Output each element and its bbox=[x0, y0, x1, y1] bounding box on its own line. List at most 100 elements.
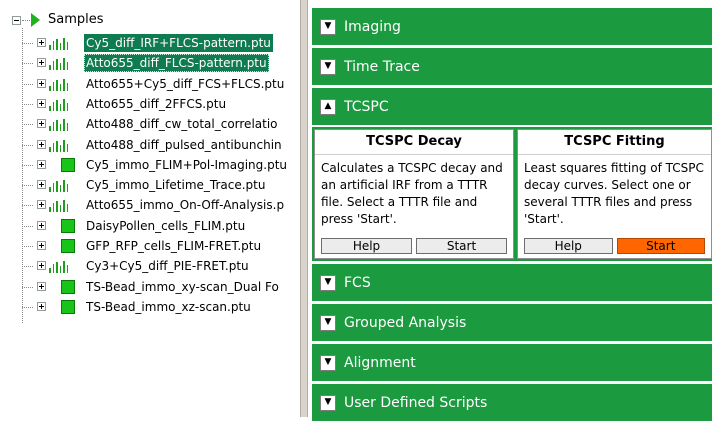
tree-connector bbox=[22, 246, 33, 247]
tree-item-label: Cy5_immo_Lifetime_Trace.ptu bbox=[86, 178, 266, 193]
collapse-icon[interactable] bbox=[12, 15, 21, 25]
start-button[interactable]: Start bbox=[616, 238, 705, 254]
expand-toggle-button[interactable]: ▼ bbox=[320, 18, 336, 35]
tree-item-label: Atto655+Cy5_diff_FCS+FLCS.ptu bbox=[86, 76, 285, 91]
expand-icon[interactable] bbox=[37, 261, 46, 271]
tree-item-label: GFP_RFP_cells_FLIM-FRET.ptu bbox=[86, 239, 262, 253]
chevron-down-icon: ▼ bbox=[324, 357, 332, 367]
section-time-trace[interactable]: ▼ Time Trace bbox=[312, 48, 712, 85]
expand-icon[interactable] bbox=[37, 220, 46, 230]
expand-icon[interactable] bbox=[37, 78, 46, 88]
section-fcs[interactable]: ▼ FCS bbox=[312, 264, 712, 301]
collapse-toggle-button[interactable]: ▲ bbox=[320, 98, 336, 115]
analysis-panel: ▼ Imaging ▼ Time Trace ▲ TCSPC TCSPC Dec… bbox=[308, 0, 712, 421]
tcspc-cards: TCSPC Decay Calculates a TCSPC decay and… bbox=[312, 127, 712, 261]
tree-item-label: Atto655_diff_FLCS-pattern.ptu bbox=[84, 54, 269, 73]
tree-connector bbox=[22, 266, 33, 268]
card-description: Calculates a TCSPC decay and an artifici… bbox=[321, 161, 503, 226]
expand-icon[interactable] bbox=[37, 38, 46, 47]
expand-icon[interactable] bbox=[37, 139, 46, 149]
tree-connector bbox=[22, 63, 33, 65]
expand-toggle-button[interactable]: ▼ bbox=[320, 58, 336, 75]
tree-connector bbox=[22, 103, 33, 105]
expand-icon[interactable] bbox=[37, 119, 46, 129]
sample-tree[interactable]: Samples Cy5_diff_IRF+FLCS-pattern.ptu Att… bbox=[0, 0, 300, 417]
expand-icon[interactable] bbox=[37, 98, 46, 108]
expand-icon[interactable] bbox=[37, 180, 46, 190]
help-button[interactable]: Help bbox=[524, 238, 613, 254]
expand-toggle-button[interactable]: ▼ bbox=[320, 274, 336, 291]
expand-icon[interactable] bbox=[37, 281, 46, 291]
section-imaging[interactable]: ▼ Imaging bbox=[312, 8, 712, 45]
histogram-icon bbox=[49, 76, 78, 92]
histogram-icon bbox=[49, 197, 78, 213]
tree-connector bbox=[22, 19, 30, 21]
chevron-down-icon: ▼ bbox=[324, 277, 332, 287]
image-square-icon bbox=[49, 238, 78, 254]
histogram-icon bbox=[49, 55, 78, 71]
section-tcspc[interactable]: ▲ TCSPC bbox=[312, 88, 712, 125]
tree-connector bbox=[22, 164, 33, 166]
card-title: TCSPC Fitting bbox=[518, 130, 711, 155]
histogram-icon bbox=[49, 177, 78, 193]
tree-item-label: Cy3+Cy5_diff_PIE-FRET.ptu bbox=[86, 259, 249, 274]
histogram-icon bbox=[49, 137, 78, 153]
expand-icon[interactable] bbox=[37, 159, 46, 169]
expand-toggle-button[interactable]: ▼ bbox=[320, 314, 336, 331]
tree-item-label: Atto655_immo_On-Off-Analysis.p bbox=[86, 198, 285, 213]
tree-connector bbox=[22, 306, 33, 308]
expand-icon[interactable] bbox=[37, 58, 46, 68]
image-square-icon bbox=[49, 279, 78, 295]
section-title: Alignment bbox=[344, 354, 416, 371]
tree-connector bbox=[22, 205, 33, 207]
tree-connector bbox=[22, 144, 33, 146]
chevron-down-icon: ▼ bbox=[324, 61, 332, 71]
tree-guide-line bbox=[22, 28, 23, 323]
section-grouped-analysis[interactable]: ▼ Grouped Analysis bbox=[312, 304, 712, 341]
histogram-icon bbox=[49, 258, 78, 274]
card-description: Least squares fitting of TCSPC decay cur… bbox=[524, 161, 704, 226]
tree-root[interactable]: Samples bbox=[12, 12, 104, 28]
tree-item-label: TS-Bead_immo_xy-scan_Dual Fo bbox=[86, 279, 279, 294]
histogram-icon bbox=[49, 116, 78, 132]
chevron-down-icon: ▼ bbox=[324, 397, 332, 407]
tree-item-label: Cy5_immo_FLIM+Pol-Imaging.ptu bbox=[86, 157, 288, 172]
tree-connector bbox=[22, 83, 33, 85]
tree-connector bbox=[22, 286, 33, 288]
chevron-down-icon: ▼ bbox=[324, 317, 332, 327]
section-title: User Defined Scripts bbox=[344, 394, 488, 411]
play-icon bbox=[31, 13, 40, 27]
expand-icon[interactable] bbox=[37, 301, 46, 311]
chevron-up-icon: ▲ bbox=[324, 101, 332, 111]
section-title: FCS bbox=[344, 274, 371, 291]
image-square-icon bbox=[49, 299, 78, 315]
section-title: Grouped Analysis bbox=[344, 314, 467, 331]
card-tcspc-fitting: TCSPC Fitting Least squares fitting of T… bbox=[517, 129, 712, 259]
section-user-defined-scripts[interactable]: ▼ User Defined Scripts bbox=[312, 384, 712, 421]
tree-item-label: TS-Bead_immo_xz-scan.ptu bbox=[86, 299, 251, 314]
expand-toggle-button[interactable]: ▼ bbox=[320, 354, 336, 371]
start-button[interactable]: Start bbox=[416, 238, 507, 254]
card-tcspc-decay: TCSPC Decay Calculates a TCSPC decay and… bbox=[314, 129, 514, 259]
tree-item-label: Atto655_diff_2FFCS.ptu bbox=[86, 96, 227, 111]
expand-toggle-button[interactable]: ▼ bbox=[320, 394, 336, 411]
section-alignment[interactable]: ▼ Alignment bbox=[312, 344, 712, 381]
tree-connector bbox=[22, 43, 33, 44]
histogram-icon bbox=[49, 35, 78, 51]
help-button[interactable]: Help bbox=[321, 238, 412, 254]
tree-item-label: Atto488_diff_cw_total_correlatio bbox=[86, 117, 278, 132]
tree-item-label: Atto488_diff_pulsed_antibunchin bbox=[86, 137, 282, 152]
section-title: Imaging bbox=[344, 18, 401, 35]
card-title: TCSPC Decay bbox=[315, 130, 513, 155]
splitter[interactable] bbox=[300, 0, 308, 417]
expand-icon[interactable] bbox=[37, 241, 46, 250]
image-square-icon bbox=[49, 157, 78, 173]
tree-item-label: Cy5_diff_IRF+FLCS-pattern.ptu bbox=[84, 34, 273, 52]
histogram-icon bbox=[49, 96, 78, 112]
tree-connector bbox=[22, 225, 33, 227]
tree-connector bbox=[22, 124, 33, 126]
expand-icon[interactable] bbox=[37, 200, 46, 210]
chevron-down-icon: ▼ bbox=[324, 21, 332, 31]
section-title: TCSPC bbox=[344, 98, 389, 115]
image-square-icon bbox=[49, 218, 78, 234]
